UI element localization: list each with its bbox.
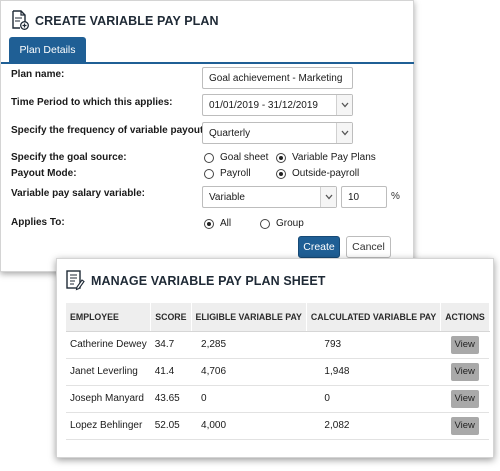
radio-all[interactable]: All: [204, 218, 231, 229]
frequency-value: Quarterly: [209, 127, 251, 139]
radio-outside-payroll[interactable]: Outside-payroll: [276, 168, 359, 179]
chevron-down-icon[interactable]: [336, 95, 352, 115]
radio-circle[interactable]: [260, 218, 270, 229]
calculated-cell: 793: [306, 331, 441, 359]
page-title: CREATE VARIABLE PAY PLAN: [35, 14, 219, 28]
employee-cell: Catherine Dewey: [66, 331, 151, 359]
radio-variable-pay-plans[interactable]: Variable Pay Plans: [276, 152, 376, 163]
radio-label: Group: [276, 218, 304, 229]
time-period-select[interactable]: 01/01/2019 - 31/12/2019: [202, 94, 353, 116]
page-title: MANAGE VARIABLE PAY PLAN SHEET: [91, 274, 326, 288]
col-score: SCORE: [150, 303, 192, 332]
chevron-down-icon[interactable]: [336, 123, 352, 143]
radio-payroll[interactable]: Payroll: [204, 168, 251, 179]
tab-bar: Plan Details: [1, 35, 414, 64]
employee-cell: Lopez Behlinger: [66, 412, 151, 440]
pay-plan-table: EMPLOYEE SCORE ELIGIBLE VARIABLE PAY CAL…: [66, 303, 490, 440]
table-row: Joseph Manyard 43.65 0 0 View: [66, 385, 490, 413]
radio-label: Goal sheet: [220, 152, 269, 163]
salary-variable-label: Variable pay salary variable:: [11, 188, 145, 199]
cancel-button[interactable]: Cancel: [346, 236, 391, 258]
table-row: Lopez Behlinger 52.05 4,000 2,082 View: [66, 412, 490, 440]
col-actions: ACTIONS: [440, 303, 490, 332]
radio-circle-selected[interactable]: [276, 152, 286, 163]
radio-circle[interactable]: [204, 168, 214, 179]
table-row: Catherine Dewey 34.7 2,285 793 View: [66, 331, 490, 359]
radio-label: Variable Pay Plans: [292, 152, 376, 163]
applies-to-label: Applies To:: [11, 217, 65, 228]
salary-variable-value: Variable: [209, 191, 245, 203]
table-header-row: EMPLOYEE SCORE ELIGIBLE VARIABLE PAY CAL…: [66, 303, 490, 332]
eligible-cell: 0: [191, 385, 307, 413]
radio-circle-selected[interactable]: [204, 218, 214, 229]
radio-circle-selected[interactable]: [276, 168, 286, 179]
radio-group[interactable]: Group: [260, 218, 304, 229]
calculated-cell: 0: [306, 385, 441, 413]
eligible-cell: 2,285: [191, 331, 307, 359]
create-button[interactable]: Create: [298, 236, 340, 258]
radio-label: Payroll: [220, 168, 251, 179]
payout-mode-label: Payout Mode:: [11, 168, 77, 179]
col-eligible-pay: ELIGIBLE VARIABLE PAY: [191, 303, 307, 332]
radio-label: Outside-payroll: [292, 168, 360, 179]
create-plan-panel: CREATE VARIABLE PAY PLAN Plan Details Pl…: [0, 0, 414, 272]
table-row: Janet Leverling 41.4 4,706 1,948 View: [66, 358, 490, 386]
view-button[interactable]: View: [450, 335, 479, 354]
employee-cell: Janet Leverling: [66, 358, 151, 386]
frequency-select[interactable]: Quarterly: [202, 122, 353, 144]
score-cell: 52.05: [150, 412, 192, 440]
col-employee: EMPLOYEE: [66, 303, 152, 332]
employee-cell: Joseph Manyard: [66, 385, 151, 413]
calculated-cell: 1,948: [306, 358, 441, 386]
percent-unit: %: [391, 191, 400, 202]
eligible-cell: 4,706: [191, 358, 307, 386]
frequency-label: Specify the frequency of variable payout…: [11, 125, 207, 136]
calculated-cell: 2,082: [306, 412, 441, 440]
score-cell: 43.65: [150, 385, 192, 413]
manage-sheet-header: MANAGE VARIABLE PAY PLAN SHEET: [65, 269, 326, 294]
document-plus-icon: [11, 9, 29, 33]
radio-label: All: [220, 218, 232, 229]
radio-goal-sheet[interactable]: Goal sheet: [204, 152, 268, 163]
chevron-down-icon[interactable]: [320, 187, 336, 207]
plan-name-label: Plan name:: [11, 69, 65, 80]
score-cell: 41.4: [150, 358, 192, 386]
view-button[interactable]: View: [450, 362, 479, 381]
document-list-icon: [65, 269, 85, 294]
actions-cell: View: [440, 412, 490, 440]
goal-source-label: Specify the goal source:: [11, 152, 127, 163]
salary-variable-select[interactable]: Variable: [202, 186, 337, 208]
plan-name-input[interactable]: Goal achievement - Marketing: [202, 67, 353, 89]
actions-cell: View: [440, 385, 490, 413]
score-cell: 34.7: [150, 331, 192, 359]
tab-plan-details[interactable]: Plan Details: [9, 37, 86, 63]
view-button[interactable]: View: [450, 389, 479, 408]
eligible-cell: 4,000: [191, 412, 307, 440]
time-period-label: Time Period to which this applies:: [11, 97, 173, 108]
create-plan-header: CREATE VARIABLE PAY PLAN: [11, 9, 219, 33]
col-calculated-pay: CALCULATED VARIABLE PAY: [306, 303, 442, 332]
actions-cell: View: [440, 358, 490, 386]
actions-cell: View: [440, 331, 490, 359]
radio-circle[interactable]: [204, 152, 214, 163]
percent-input[interactable]: 10: [341, 186, 387, 208]
time-period-value: 01/01/2019 - 31/12/2019: [209, 99, 318, 111]
view-button[interactable]: View: [450, 416, 479, 435]
manage-sheet-panel: MANAGE VARIABLE PAY PLAN SHEET EMPLOYEE …: [56, 258, 494, 458]
